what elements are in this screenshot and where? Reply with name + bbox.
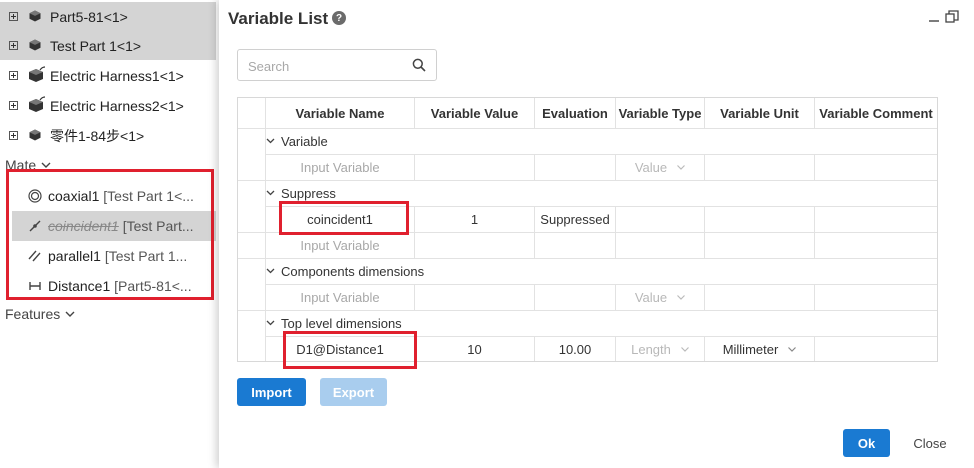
mate-item-distance1[interactable]: Distance1 [Part5-81<... (12, 271, 216, 301)
tree-node-part1-84[interactable]: 零件1-84步<1> (0, 121, 216, 150)
mate-item-parallel1[interactable]: parallel1 [Test Part 1... (12, 241, 216, 271)
search-box[interactable] (237, 49, 437, 81)
variable-table: Variable Name Variable Value Evaluation … (237, 97, 938, 362)
coaxial-icon (28, 189, 42, 203)
tree-node-label: 零件1-84步<1> (50, 127, 145, 144)
chevron-down-icon (41, 162, 51, 168)
import-button[interactable]: Import (237, 378, 306, 406)
group-row-suppress[interactable]: Suppress (266, 180, 336, 206)
export-button[interactable]: Export (320, 378, 387, 406)
input-variable-cell[interactable]: Input Variable (266, 284, 414, 310)
tree-node-electric-harness2[interactable]: Electric Harness2<1> (0, 91, 216, 120)
variable-list-dialog: Variable List ? Search Variable Name Var… (219, 0, 974, 468)
close-button[interactable]: Close (907, 429, 953, 457)
ok-button[interactable]: Ok (843, 429, 890, 457)
mate-item-label: parallel1 [Test Part 1... (48, 248, 188, 264)
chevron-down-icon[interactable] (266, 320, 275, 326)
features-section-header[interactable]: Features (5, 306, 75, 322)
mate-item-label: coaxial1 [Test Part 1<... (48, 188, 194, 204)
column-header-type[interactable]: Variable Type (616, 98, 704, 128)
dialog-title: Variable List (228, 9, 329, 28)
mate-item-label: Distance1 [Part5-81<... (48, 278, 192, 294)
group-label: Top level dimensions (281, 315, 402, 331)
tree-node-label: Part5-81<1> (50, 8, 128, 25)
minimize-icon[interactable] (928, 10, 940, 24)
variable-type-dropdown[interactable]: Length (616, 336, 704, 362)
variable-name-cell[interactable]: coincident1 (266, 206, 414, 232)
part-icon (29, 39, 41, 51)
tree-node-test-part-1[interactable]: Test Part 1<1> (0, 31, 216, 60)
distance-icon (29, 282, 41, 290)
variable-name-cell[interactable]: D1@Distance1 (266, 336, 414, 362)
restore-icon[interactable] (945, 10, 959, 24)
mate-item-label: coincident1 [Test Part... (48, 218, 194, 234)
features-header-label: Features (5, 306, 61, 322)
tree-node-label: Electric Harness2<1> (50, 97, 184, 114)
chevron-down-icon (677, 294, 686, 300)
column-header-unit[interactable]: Variable Unit (705, 98, 814, 128)
column-header-comment[interactable]: Variable Comment (815, 98, 937, 128)
expand-icon[interactable] (9, 71, 18, 80)
harness-icon (29, 66, 46, 82)
part-icon (29, 10, 41, 22)
group-label: Components dimensions (281, 263, 425, 279)
variable-value-cell[interactable]: 1 (415, 206, 534, 232)
group-label: Suppress (281, 185, 336, 201)
chevron-down-icon[interactable] (266, 268, 275, 274)
coincident-icon (29, 220, 41, 232)
mate-section-header[interactable]: Mate (5, 157, 51, 173)
tree-node-label: Test Part 1<1> (50, 37, 142, 54)
tree-node-label: Electric Harness1<1> (50, 67, 184, 84)
column-header-value[interactable]: Variable Value (415, 98, 534, 128)
variable-type-dropdown[interactable]: Value (616, 154, 704, 180)
variable-value-cell[interactable]: 10 (415, 336, 534, 362)
mate-item-coincident1[interactable]: coincident1 [Test Part... (12, 211, 216, 241)
parallel-icon (28, 250, 41, 262)
variable-type-dropdown[interactable]: Value (616, 284, 704, 310)
group-row-top-level-dimensions[interactable]: Top level dimensions (266, 310, 402, 336)
variable-unit-dropdown[interactable]: Millimeter (705, 336, 814, 362)
tree-node-part5-81[interactable]: Part5-81<1> (0, 2, 216, 31)
part-icon (29, 129, 41, 141)
feature-tree-panel: Part5-81<1> Test Part 1<1> Electric Harn… (0, 0, 216, 468)
evaluation-cell: 10.00 (558, 341, 592, 357)
mate-header-label: Mate (5, 157, 37, 173)
mate-item-coaxial1[interactable]: coaxial1 [Test Part 1<... (12, 181, 216, 211)
chevron-down-icon (65, 311, 75, 317)
harness-icon (29, 96, 46, 112)
chevron-down-icon (788, 346, 797, 352)
group-row-components-dimensions[interactable]: Components dimensions (266, 258, 424, 284)
input-variable-cell[interactable]: Input Variable (266, 154, 414, 180)
column-header-name[interactable]: Variable Name (266, 98, 414, 128)
help-icon[interactable]: ? (332, 11, 346, 25)
search-icon[interactable] (412, 58, 426, 72)
chevron-down-icon (680, 346, 689, 352)
evaluation-cell: Suppressed (540, 211, 610, 227)
group-row-variable[interactable]: Variable (266, 128, 328, 154)
chevron-down-icon (677, 164, 686, 170)
expand-icon[interactable] (9, 131, 18, 140)
chevron-down-icon[interactable] (266, 190, 275, 196)
column-header-evaluation[interactable]: Evaluation (535, 98, 615, 128)
chevron-down-icon[interactable] (266, 138, 275, 144)
input-variable-cell[interactable]: Input Variable (266, 232, 414, 258)
tree-node-electric-harness1[interactable]: Electric Harness1<1> (0, 61, 216, 90)
expand-icon[interactable] (9, 101, 18, 110)
search-input[interactable] (246, 56, 410, 76)
group-label: Variable (281, 133, 328, 149)
expand-icon[interactable] (9, 41, 18, 50)
expand-icon[interactable] (9, 12, 18, 21)
